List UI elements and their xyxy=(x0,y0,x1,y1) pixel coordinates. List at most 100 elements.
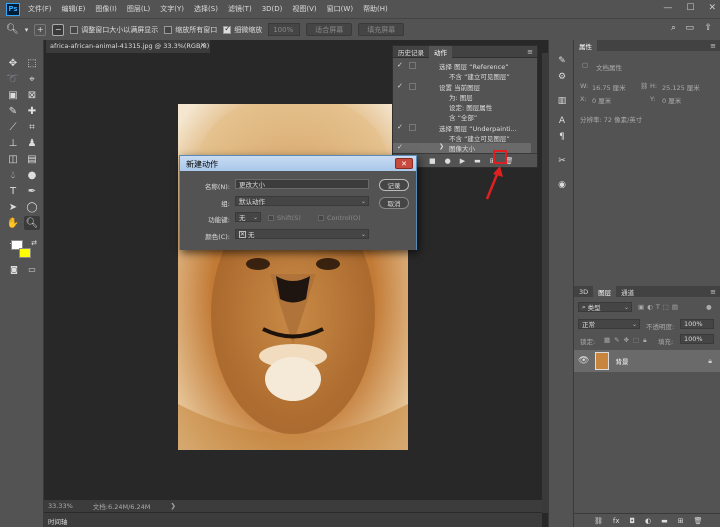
tab-actions[interactable]: 动作 xyxy=(429,45,452,58)
healing-tool-icon[interactable]: ✚ xyxy=(24,104,40,118)
delete-layer-icon[interactable]: 🗑︎ xyxy=(694,517,703,525)
link-layers-icon[interactable]: ⛓ xyxy=(594,517,603,525)
dialog-toggle-box[interactable] xyxy=(409,83,416,90)
character-icon[interactable]: A xyxy=(555,116,569,128)
blur-tool-icon[interactable]: 💧︎ xyxy=(5,168,21,182)
dialog-toggle-box[interactable] xyxy=(409,124,416,131)
action-step-row[interactable]: ✓ 选择 图层 “Reference” xyxy=(393,61,531,71)
cancel-button[interactable]: 取消 xyxy=(379,197,409,209)
control-option[interactable]: Control(O) xyxy=(318,214,361,222)
shift-option[interactable]: Shift(S) xyxy=(268,214,301,222)
menu-type[interactable]: 文字(Y) xyxy=(160,4,184,14)
timeline-tab[interactable]: 时间轴 xyxy=(44,512,542,527)
type-tool-icon[interactable]: T xyxy=(5,184,21,198)
action-step-row-selected[interactable]: ✓ ❯ 图像大小 xyxy=(393,143,531,153)
maximize-button[interactable]: ☐ xyxy=(686,3,694,13)
layer-row-background[interactable]: 👁︎ 背景 🔒︎ xyxy=(574,350,720,372)
lock-icons[interactable]: ▦✎✥⬚🔒︎ xyxy=(604,336,651,345)
menu-file[interactable]: 文件(F) xyxy=(28,4,52,14)
height-value[interactable]: 25.125 厘米 xyxy=(662,82,700,92)
gradient-tool-icon[interactable]: ▤ xyxy=(24,152,40,166)
filter-toggle-icon[interactable]: ● xyxy=(706,303,712,311)
action-step-row[interactable]: 不含 “建立可见图层” xyxy=(393,133,531,143)
zoom-tool-icon[interactable]: 🔍︎ xyxy=(24,216,40,230)
stop-icon[interactable]: ■ xyxy=(429,157,436,165)
action-step-row[interactable]: 为: 图层 xyxy=(393,92,531,102)
minimize-button[interactable]: — xyxy=(663,3,672,13)
record-icon[interactable]: ● xyxy=(445,157,451,165)
blend-mode-select[interactable]: 正常 ⌄ xyxy=(578,319,640,329)
tab-layers[interactable]: 图层 xyxy=(593,285,617,298)
tab-history[interactable]: 历史记录 xyxy=(393,46,429,58)
marquee-tool-icon[interactable]: ⬚ xyxy=(24,56,40,70)
scrubby-zoom-option[interactable]: 细微缩放 xyxy=(223,24,262,35)
new-set-folder-icon[interactable]: ▬ xyxy=(474,157,481,165)
lasso-tool-icon[interactable]: ➰ xyxy=(5,72,21,86)
action-step-row[interactable]: ✓ 选择 图层 “Underpainti... xyxy=(393,123,531,133)
action-step-row[interactable]: 含 “全部” xyxy=(393,112,531,122)
width-value[interactable]: 16.75 厘米 xyxy=(592,82,626,92)
pen-tool-icon[interactable]: ✒ xyxy=(24,184,40,198)
menu-window[interactable]: 窗口(W) xyxy=(327,4,353,14)
ellipse-tool-icon[interactable]: ◯ xyxy=(24,200,40,214)
menu-image[interactable]: 图像(I) xyxy=(95,4,117,14)
eyedropper-tool-icon[interactable]: ✎ xyxy=(5,104,21,118)
quick-select-tool-icon[interactable]: ⌖ xyxy=(24,72,40,86)
zoom-out-button[interactable]: − xyxy=(52,23,65,36)
expand-arrow-icon[interactable]: ❯ xyxy=(439,143,444,150)
zoom-all-checkbox[interactable] xyxy=(164,25,173,34)
layer-kind-filter[interactable]: ⌕ 类型 ⌄ xyxy=(578,302,632,312)
hand-tool-icon[interactable]: ✋ xyxy=(5,216,21,230)
zoom-all-option[interactable]: 缩放所有窗口 xyxy=(164,25,217,35)
search-icon[interactable]: ⌕ xyxy=(671,23,676,33)
close-button[interactable]: ✕ xyxy=(708,3,716,13)
clone-stamp-tool-icon[interactable]: ⊥ xyxy=(5,136,21,150)
fit-screen-button[interactable]: 适合屏幕 xyxy=(306,23,353,36)
fill-field[interactable]: 100% xyxy=(680,334,714,344)
quick-mask-icon[interactable]: ◙ xyxy=(6,262,22,276)
workspace-icon[interactable]: ▭ xyxy=(685,23,694,33)
toggle-check-icon[interactable]: ✓ xyxy=(397,143,403,151)
tab-channels[interactable]: 通道 xyxy=(616,286,639,298)
dialog-close-button[interactable]: ✕ xyxy=(395,158,413,169)
path-select-tool-icon[interactable]: ➤ xyxy=(5,200,21,214)
brush-presets-icon[interactable]: ⚙ xyxy=(555,72,569,84)
resize-window-checkbox[interactable] xyxy=(70,25,79,34)
close-document-icon[interactable]: × xyxy=(200,41,206,49)
zoom-percent-field[interactable]: 100% xyxy=(268,23,301,36)
action-step-row[interactable]: 设定: 图层属性 xyxy=(393,102,531,112)
scrubby-zoom-checkbox[interactable] xyxy=(223,24,232,34)
paragraph-icon[interactable]: ¶ xyxy=(555,132,569,144)
3d-icon[interactable]: ◉ xyxy=(555,180,569,192)
brush-settings-icon[interactable]: ✎ xyxy=(555,56,569,68)
panel-menu-icon[interactable]: ≡ xyxy=(527,48,533,56)
resize-window-option[interactable]: 调整窗口大小以满屏显示 xyxy=(70,25,158,35)
adjustment-layer-icon[interactable]: ◐ xyxy=(645,517,651,525)
tool-preset-caret-icon[interactable]: ▾ xyxy=(25,26,29,34)
menu-select[interactable]: 选择(S) xyxy=(194,4,218,14)
toggle-check-icon[interactable]: ✓ xyxy=(397,61,403,69)
document-tab[interactable]: africa-african-animal-41315.jpg @ 33.3%(… xyxy=(46,40,210,53)
properties-menu-icon[interactable]: ≡ xyxy=(710,42,716,50)
menu-layer[interactable]: 图层(L) xyxy=(127,4,150,14)
history-brush-tool-icon[interactable]: ♟ xyxy=(24,136,40,150)
menu-help[interactable]: 帮助(H) xyxy=(363,4,388,14)
record-button[interactable]: 记录 xyxy=(379,179,409,191)
zoom-level[interactable]: 33.33% xyxy=(48,502,73,510)
swap-colors-icon[interactable]: ⇄ xyxy=(26,236,42,250)
layer-filter-icons[interactable]: ▣◐T⬚▤ xyxy=(638,303,681,311)
tools-x-icon[interactable]: ✂ xyxy=(555,156,569,168)
action-step-row[interactable]: ✓ 设置 当前图层 xyxy=(393,82,531,92)
action-step-row[interactable]: 不含 “建立可见图层” xyxy=(393,71,531,81)
brush-tool-icon[interactable]: ⟋ xyxy=(5,120,21,134)
crop-tool-icon[interactable]: ⊠ xyxy=(24,88,40,102)
play-icon[interactable]: ▶ xyxy=(460,157,465,165)
share-icon[interactable]: ⇪ xyxy=(704,23,712,33)
new-layer-icon[interactable]: ⊞ xyxy=(678,517,684,525)
screen-mode-icon[interactable]: ▭ xyxy=(24,262,40,276)
set-select[interactable]: 默认动作 ⌄ xyxy=(235,196,369,206)
fill-screen-button[interactable]: 填充屏幕 xyxy=(358,23,405,36)
opacity-field[interactable]: 100% xyxy=(680,319,714,329)
frame-tool-icon[interactable]: ▣ xyxy=(5,88,21,102)
x-value[interactable]: 0 厘米 xyxy=(592,95,611,105)
